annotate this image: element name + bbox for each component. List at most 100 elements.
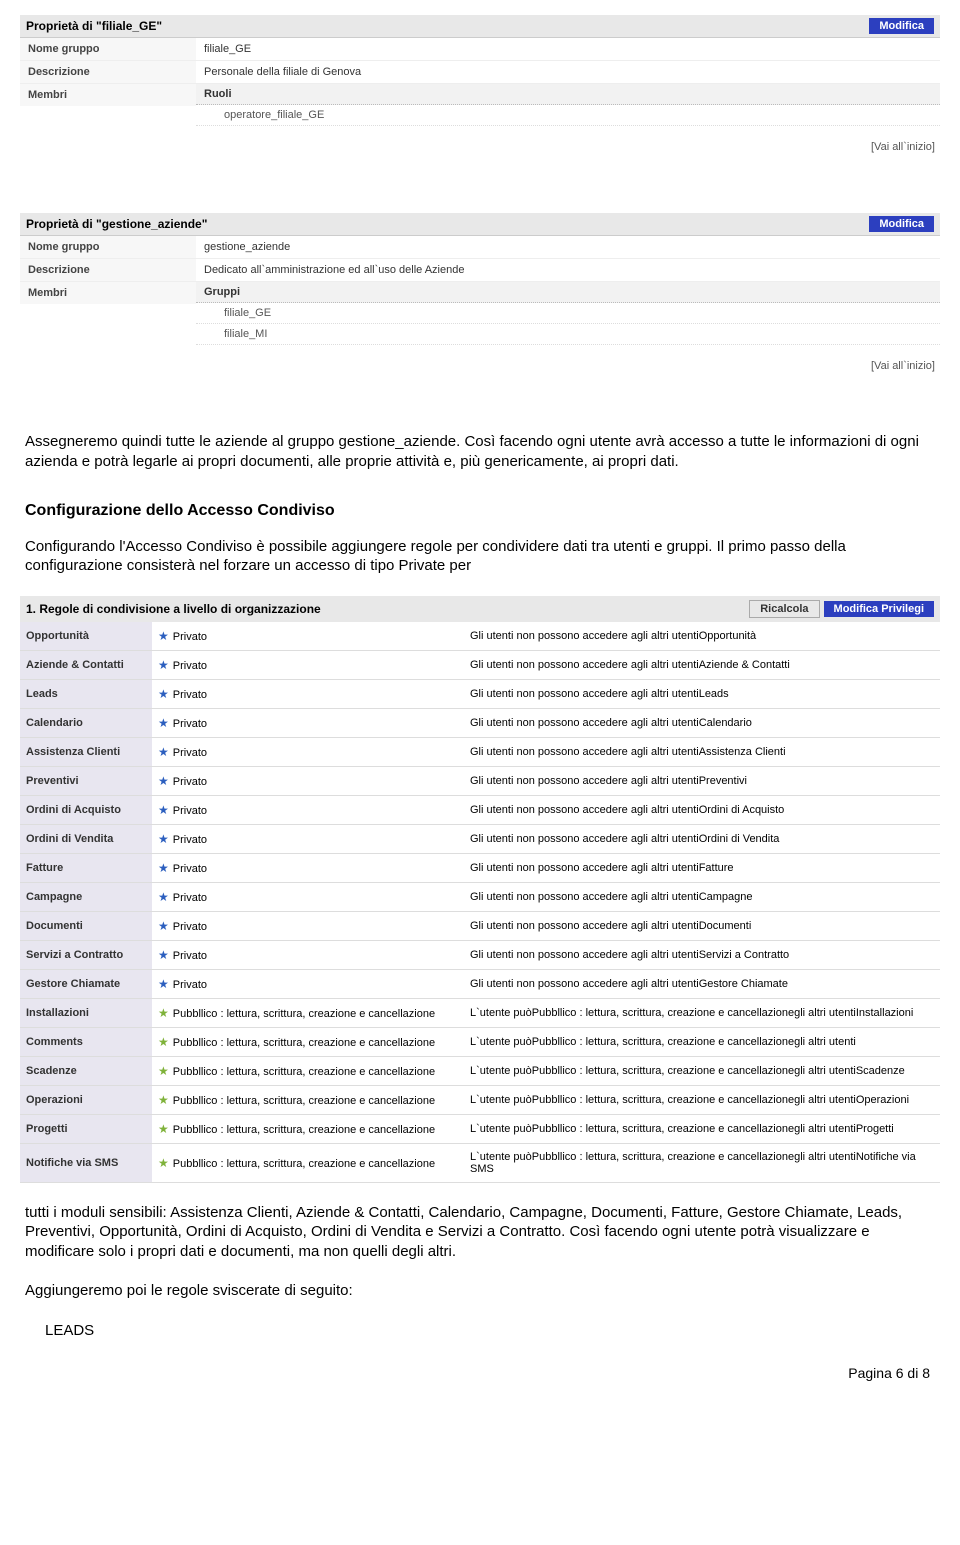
table-row: Progetti★Pubbllico : lettura, scrittura,… [20, 1114, 940, 1143]
rules-table: Opportunità★PrivatoGli utenti non posson… [20, 622, 940, 1183]
desc-cell: L`utente puòPubbllico : lettura, scrittu… [464, 998, 940, 1027]
star-icon: ★ [158, 1064, 169, 1078]
module-cell: Scadenze [20, 1056, 152, 1085]
module-cell: Campagne [20, 882, 152, 911]
star-icon: ★ [158, 774, 169, 788]
panel-header: Proprietà di "filiale_GE" Modifica [20, 15, 940, 38]
prop-value: Dedicato all`amministrazione ed all`uso … [196, 259, 940, 281]
desc-cell: Gli utenti non possono accedere agli alt… [464, 622, 940, 651]
module-cell: Assistenza Clienti [20, 737, 152, 766]
goto-top: [Vai all`inizio] [20, 360, 935, 372]
star-icon: ★ [158, 890, 169, 904]
desc-cell: L`utente puòPubbllico : lettura, scrittu… [464, 1027, 940, 1056]
body-paragraph-1: Assegneremo quindi tutte le aziende al g… [25, 432, 935, 471]
table-row: Opportunità★PrivatoGli utenti non posson… [20, 622, 940, 651]
prop-value: gestione_aziende [196, 236, 940, 258]
rules-panel-header: 1. Regole di condivisione a livello di o… [20, 596, 940, 622]
desc-cell: Gli utenti non possono accedere agli alt… [464, 969, 940, 998]
prop-row-name: Nome gruppo gestione_aziende [20, 236, 940, 259]
privacy-cell: ★Privato [152, 824, 464, 853]
star-icon: ★ [158, 687, 169, 701]
module-cell: Operazioni [20, 1085, 152, 1114]
table-row: Notifiche via SMS★Pubbllico : lettura, s… [20, 1143, 940, 1182]
module-cell: Ordini di Vendita [20, 824, 152, 853]
prop-row-desc: Descrizione Dedicato all`amministrazione… [20, 259, 940, 282]
desc-cell: L`utente puòPubbllico : lettura, scrittu… [464, 1143, 940, 1182]
module-cell: Calendario [20, 708, 152, 737]
member-item: filiale_MI [196, 324, 940, 345]
prop-label: Nome gruppo [20, 38, 196, 60]
module-cell: Progetti [20, 1114, 152, 1143]
goto-top-link[interactable]: [Vai all`inizio] [871, 141, 935, 153]
desc-cell: Gli utenti non possono accedere agli alt… [464, 766, 940, 795]
privacy-cell: ★Privato [152, 737, 464, 766]
star-icon: ★ [158, 919, 169, 933]
star-icon: ★ [158, 629, 169, 643]
table-row: Assistenza Clienti★PrivatoGli utenti non… [20, 737, 940, 766]
section-heading: Configurazione dello Accesso Condiviso [25, 501, 935, 522]
star-icon: ★ [158, 1006, 169, 1020]
desc-cell: Gli utenti non possono accedere agli alt… [464, 940, 940, 969]
privacy-cell: ★Privato [152, 679, 464, 708]
members-subheader: Ruoli [196, 84, 940, 105]
prop-row-members: Membri Gruppi filiale_GE filiale_MI [20, 282, 940, 345]
privacy-cell: ★Pubbllico : lettura, scrittura, creazio… [152, 1114, 464, 1143]
desc-cell: L`utente puòPubbllico : lettura, scrittu… [464, 1085, 940, 1114]
desc-cell: Gli utenti non possono accedere agli alt… [464, 737, 940, 766]
table-row: Calendario★PrivatoGli utenti non possono… [20, 708, 940, 737]
modify-button[interactable]: Modifica [869, 216, 934, 232]
prop-value: Personale della filiale di Genova [196, 61, 940, 83]
star-icon: ★ [158, 1156, 169, 1170]
prop-value-members: Gruppi filiale_GE filiale_MI [196, 282, 940, 345]
privacy-cell: ★Pubbllico : lettura, scrittura, creazio… [152, 1056, 464, 1085]
modify-button[interactable]: Modifica [869, 18, 934, 34]
star-icon: ★ [158, 832, 169, 846]
table-row: Operazioni★Pubbllico : lettura, scrittur… [20, 1085, 940, 1114]
privacy-cell: ★Privato [152, 766, 464, 795]
desc-cell: Gli utenti non possono accedere agli alt… [464, 679, 940, 708]
body-paragraph-3: tutti i moduli sensibili: Assistenza Cli… [25, 1203, 935, 1262]
table-row: Scadenze★Pubbllico : lettura, scrittura,… [20, 1056, 940, 1085]
body-paragraph-2: Configurando l'Accesso Condiviso è possi… [25, 537, 935, 576]
desc-cell: Gli utenti non possono accedere agli alt… [464, 650, 940, 679]
table-row: Servizi a Contratto★PrivatoGli utenti no… [20, 940, 940, 969]
star-icon: ★ [158, 803, 169, 817]
prop-value: filiale_GE [196, 38, 940, 60]
desc-cell: Gli utenti non possono accedere agli alt… [464, 853, 940, 882]
prop-label: Nome gruppo [20, 236, 196, 258]
rules-title: 1. Regole di condivisione a livello di o… [26, 602, 749, 616]
table-row: Comments★Pubbllico : lettura, scrittura,… [20, 1027, 940, 1056]
module-cell: Ordini di Acquisto [20, 795, 152, 824]
goto-top-link[interactable]: [Vai all`inizio] [871, 360, 935, 372]
prop-value-members: Ruoli operatore_filiale_GE [196, 84, 940, 126]
privacy-cell: ★Privato [152, 911, 464, 940]
privacy-cell: ★Privato [152, 650, 464, 679]
desc-cell: Gli utenti non possono accedere agli alt… [464, 882, 940, 911]
star-icon: ★ [158, 977, 169, 991]
privacy-cell: ★Pubbllico : lettura, scrittura, creazio… [152, 998, 464, 1027]
body-section: Configurazione dello Accesso Condiviso C… [25, 501, 935, 576]
privacy-cell: ★Privato [152, 795, 464, 824]
module-cell: Aziende & Contatti [20, 650, 152, 679]
module-cell: Notifiche via SMS [20, 1143, 152, 1182]
star-icon: ★ [158, 658, 169, 672]
table-row: Gestore Chiamate★PrivatoGli utenti non p… [20, 969, 940, 998]
modify-privileges-button[interactable]: Modifica Privilegi [824, 601, 934, 617]
star-icon: ★ [158, 716, 169, 730]
prop-label: Descrizione [20, 61, 196, 83]
module-cell: Leads [20, 679, 152, 708]
module-cell: Gestore Chiamate [20, 969, 152, 998]
privacy-cell: ★Privato [152, 853, 464, 882]
module-cell: Documenti [20, 911, 152, 940]
table-row: Fatture★PrivatoGli utenti non possono ac… [20, 853, 940, 882]
module-cell: Comments [20, 1027, 152, 1056]
privacy-cell: ★Privato [152, 940, 464, 969]
goto-top: [Vai all`inizio] [20, 141, 935, 153]
recalc-button[interactable]: Ricalcola [749, 600, 819, 618]
module-cell: Preventivi [20, 766, 152, 795]
star-icon: ★ [158, 1035, 169, 1049]
table-row: Ordini di Acquisto★PrivatoGli utenti non… [20, 795, 940, 824]
table-row: Ordini di Vendita★PrivatoGli utenti non … [20, 824, 940, 853]
rules-panel: 1. Regole di condivisione a livello di o… [20, 596, 940, 1183]
body-paragraph-4: Aggiungeremo poi le regole sviscerate di… [25, 1281, 935, 1301]
